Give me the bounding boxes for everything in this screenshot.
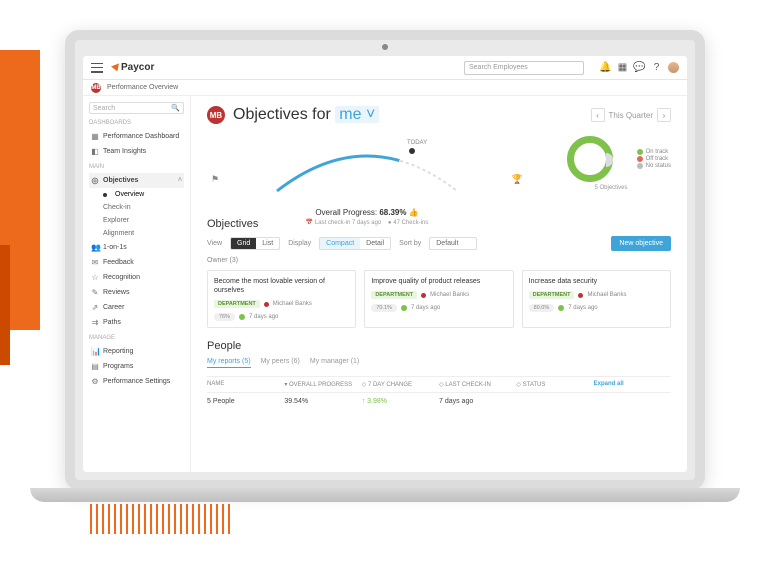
sidebar-search[interactable]: Search🔍	[89, 102, 184, 114]
objective-card[interactable]: Become the most lovable version of ourse…	[207, 270, 356, 328]
table-row[interactable]: 5 People 39.54% ↑ 3.98% 7 days ago	[207, 393, 671, 410]
progress-arc: TODAY	[262, 136, 472, 206]
bell-icon[interactable]: 🔔	[600, 62, 611, 73]
sidebar-heading-dashboards: DASHBOARDS	[89, 120, 184, 126]
status-donut	[567, 136, 613, 182]
sidebar-item-feedback[interactable]: ✉Feedback	[89, 255, 184, 270]
progress-meta: 📅 Last check-in 7 days ago ● 47 Check-in…	[207, 219, 527, 226]
objective-card[interactable]: Increase data security DEPARTMENTMichael…	[522, 270, 671, 328]
sidebar-item-career[interactable]: ⇗Career	[89, 300, 184, 315]
scope-dropdown[interactable]: me ˅	[335, 106, 379, 123]
avatar[interactable]	[668, 62, 679, 73]
flag-start-icon: ⚑	[211, 174, 219, 185]
tab-my-manager[interactable]: My manager (1)	[310, 358, 359, 368]
sidebar-item-1on1s[interactable]: 👥1-on-1s	[89, 240, 184, 255]
sidebar-item-team-insights[interactable]: ◧Team Insights	[89, 144, 184, 159]
sidebar-heading-main: MAIN	[89, 164, 184, 170]
main-panel: MB Objectives for me ˅ ‹ This Quarter › …	[191, 96, 687, 472]
objective-card[interactable]: Improve quality of product releases DEPA…	[364, 270, 513, 328]
search-input[interactable]: Search Employees	[464, 61, 584, 75]
apps-icon[interactable]: ▦	[617, 62, 628, 73]
expand-all-button[interactable]: Expand all	[594, 381, 671, 388]
sidebar-item-explorer[interactable]: Explorer	[89, 214, 184, 227]
sidebar-item-programs[interactable]: ▤Programs	[89, 359, 184, 374]
app-screen: Paycor Search Employees 🔔 ▦ 💬 ? MB Perfo…	[83, 56, 687, 472]
sidebar-item-reporting[interactable]: 📊Reporting	[89, 344, 184, 359]
help-icon[interactable]: ?	[651, 62, 662, 73]
new-objective-button[interactable]: New objective	[611, 236, 671, 251]
topbar: Paycor Search Employees 🔔 ▦ 💬 ?	[83, 56, 687, 80]
view-toggle[interactable]: Grid List	[230, 237, 280, 250]
people-heading: People	[207, 340, 671, 352]
today-marker: TODAY	[407, 140, 427, 146]
sidebar-item-objectives[interactable]: ◎Objectives˄	[89, 173, 184, 188]
sidebar-heading-manage: MANAGE	[89, 335, 184, 341]
donut-count: 5 Objectives	[551, 185, 671, 191]
chat-icon[interactable]: 💬	[634, 62, 645, 73]
owner-label: Owner (3)	[207, 257, 671, 264]
people-tabs: My reports (5) My peers (6) My manager (…	[207, 358, 671, 368]
period-next-button[interactable]: ›	[657, 108, 671, 122]
brand-logo: Paycor	[111, 62, 154, 73]
sidebar-item-reviews[interactable]: ✎Reviews	[89, 285, 184, 300]
period-label: This Quarter	[609, 111, 653, 120]
display-toggle[interactable]: Compact Detail	[319, 237, 391, 250]
sidebar-item-paths[interactable]: ⇉Paths	[89, 315, 184, 330]
sidebar-item-overview[interactable]: Overview	[89, 188, 184, 201]
people-table: NAME ▾ OVERALL PROGRESS ◇ 7 DAY CHANGE ◇…	[207, 376, 671, 410]
sidebar-item-checkin[interactable]: Check-in	[89, 201, 184, 214]
breadcrumb: MB Performance Overview	[83, 80, 687, 96]
sidebar-item-perf-settings[interactable]: ⚙Performance Settings	[89, 374, 184, 389]
laptop-frame: Paycor Search Employees 🔔 ▦ 💬 ? MB Perfo…	[65, 30, 705, 490]
status-legend: On track Off track No status	[637, 148, 671, 170]
sidebar-item-perf-dashboard[interactable]: ▦Performance Dashboard	[89, 129, 184, 144]
page-title: Objectives for me ˅	[233, 106, 379, 124]
breadcrumb-badge: MB	[91, 83, 101, 93]
user-badge: MB	[207, 106, 225, 124]
trophy-icon: 🏆	[512, 174, 523, 185]
laptop-base	[30, 488, 740, 502]
camera-dot	[382, 44, 388, 50]
hamburger-icon[interactable]	[91, 63, 103, 73]
sidebar-item-alignment[interactable]: Alignment	[89, 227, 184, 240]
sidebar-item-recognition[interactable]: ☆Recognition	[89, 270, 184, 285]
sidebar: Search🔍 DASHBOARDS ▦Performance Dashboar…	[83, 96, 191, 472]
overall-progress-label: Overall Progress: 68.39% 👍	[207, 208, 527, 217]
decorative-ticks	[90, 504, 230, 534]
period-prev-button[interactable]: ‹	[591, 108, 605, 122]
tab-my-reports[interactable]: My reports (5)	[207, 358, 251, 368]
breadcrumb-label: Performance Overview	[107, 84, 178, 91]
sort-select[interactable]: Default	[429, 237, 477, 250]
tab-my-peers[interactable]: My peers (6)	[261, 358, 300, 368]
